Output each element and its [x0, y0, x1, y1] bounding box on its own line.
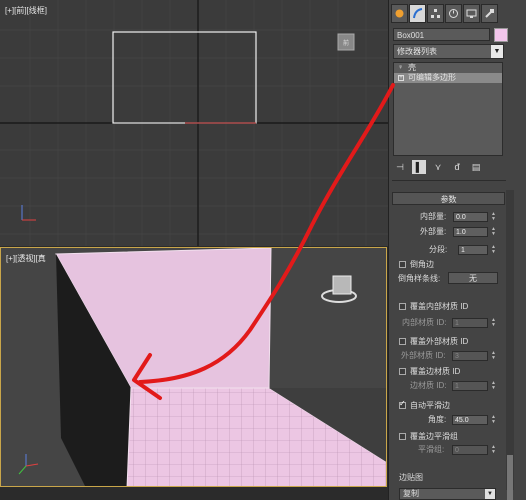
- angle-input[interactable]: 45.0: [452, 415, 488, 425]
- svg-text:前: 前: [343, 39, 349, 47]
- spinner-arrows-icon[interactable]: ▲ ▼: [491, 445, 497, 455]
- hierarchy-icon[interactable]: [427, 4, 444, 23]
- edge-map-label: 边贴图: [399, 473, 423, 482]
- remove-modifier-icon[interactable]: ᵭ: [450, 160, 464, 174]
- pin-stack-icon[interactable]: ⊣: [393, 160, 407, 174]
- inner-amount-input[interactable]: 0.0: [453, 212, 488, 222]
- stack-item-editable-poly[interactable]: + 可编辑多边形: [394, 73, 502, 83]
- smooth-group-input[interactable]: 0: [452, 445, 488, 455]
- outer-mat-id-label: 外部材质 ID:: [401, 351, 446, 360]
- make-unique-icon[interactable]: ⋎: [431, 160, 445, 174]
- segments-label: 分段:: [429, 245, 448, 254]
- scrollbar[interactable]: [506, 190, 514, 490]
- spinner-arrows-icon[interactable]: ▲ ▼: [491, 227, 497, 237]
- show-end-result-icon[interactable]: ▌: [412, 160, 426, 174]
- axis-gizmo-icon: [18, 454, 39, 475]
- edge-mat-id-input[interactable]: 1: [452, 381, 488, 391]
- smooth-group-label: 平滑组:: [418, 445, 445, 454]
- stack-toolbar: ⊣ ▌ ⋎ ᵭ ▤: [393, 159, 504, 175]
- override-edge-mat-label: 覆盖边材质 ID: [410, 367, 461, 376]
- angle-label: 角度:: [428, 415, 447, 424]
- perspective-viewport-label[interactable]: [+][透视][真: [6, 253, 46, 264]
- spinner-arrows-icon[interactable]: ▲ ▼: [491, 245, 497, 255]
- override-outer-mat-checkbox[interactable]: [399, 338, 406, 345]
- modifier-stack[interactable]: ♀ 壳 + 可编辑多边形: [393, 62, 503, 156]
- modify-icon[interactable]: [409, 4, 426, 23]
- configure-modifier-sets-icon[interactable]: ▤: [469, 160, 483, 174]
- segments-input[interactable]: 1: [458, 245, 488, 255]
- chevron-down-icon: ▼: [491, 45, 503, 58]
- override-edge-smooth-checkbox[interactable]: [399, 433, 406, 440]
- viewcube-icon: 前: [337, 33, 355, 51]
- expand-plus-icon[interactable]: +: [398, 75, 404, 81]
- front-viewport-label[interactable]: [+][前][线框]: [5, 5, 47, 16]
- outer-mat-id-input[interactable]: 3: [452, 351, 488, 361]
- scrollbar-thumb[interactable]: [507, 455, 513, 500]
- inner-mat-id-input[interactable]: 1: [452, 318, 488, 328]
- auto-smooth-checkbox[interactable]: [399, 399, 406, 409]
- divider: [392, 180, 506, 181]
- modifier-list-dropdown[interactable]: 修改器列表 ▼: [393, 44, 504, 59]
- bulb-icon[interactable]: ♀: [398, 63, 403, 73]
- inner-amount-label: 内部量:: [420, 212, 447, 221]
- front-viewport[interactable]: [+][前][线框] 前: [0, 0, 388, 246]
- spinner-arrows-icon[interactable]: ▲ ▼: [491, 415, 497, 425]
- override-inner-mat-label: 覆盖内部材质 ID: [410, 302, 469, 311]
- bevel-spline-label: 倒角样条线:: [398, 274, 441, 283]
- box-outline: [112, 31, 257, 124]
- command-panel-tabs: [391, 4, 498, 24]
- override-inner-mat-checkbox[interactable]: [399, 303, 406, 310]
- spinner-arrows-icon[interactable]: ▲ ▼: [491, 212, 497, 222]
- override-edge-mat-checkbox[interactable]: [399, 368, 406, 375]
- stack-item-shell[interactable]: ♀ 壳: [394, 63, 502, 73]
- perspective-scene: [18, 248, 386, 486]
- front-grid: 前: [0, 0, 388, 246]
- inner-mat-id-label: 内部材质 ID:: [402, 318, 447, 327]
- spinner-arrows-icon[interactable]: ▲ ▼: [491, 318, 497, 328]
- edge-mat-id-label: 边材质 ID:: [410, 381, 447, 390]
- outer-amount-input[interactable]: 1.0: [453, 227, 488, 237]
- viewcube-icon: [321, 275, 357, 303]
- motion-icon[interactable]: [445, 4, 462, 23]
- bevel-spline-button[interactable]: 无: [448, 272, 498, 284]
- bevel-edges-checkbox[interactable]: [399, 261, 406, 268]
- object-name-field[interactable]: Box001: [393, 28, 490, 41]
- chevron-down-icon: ▼: [485, 489, 495, 499]
- create-icon[interactable]: [391, 4, 408, 23]
- perspective-viewport[interactable]: [+][透视][真: [0, 247, 387, 487]
- spinner-arrows-icon[interactable]: ▲ ▼: [491, 381, 497, 391]
- object-color-swatch[interactable]: [494, 28, 508, 42]
- modifier-list-label: 修改器列表: [397, 47, 437, 56]
- outer-amount-label: 外部量:: [420, 227, 447, 236]
- edge-map-value: 复制: [403, 489, 419, 498]
- auto-smooth-label: 自动平滑边: [410, 401, 450, 410]
- axis-gizmo-icon: [21, 205, 36, 221]
- display-icon[interactable]: [463, 4, 480, 23]
- override-edge-smooth-label: 覆盖边平滑组: [410, 432, 458, 441]
- bevel-edges-label: 倒角边: [410, 260, 434, 269]
- utilities-icon[interactable]: [481, 4, 498, 23]
- override-outer-mat-label: 覆盖外部材质 ID: [410, 337, 469, 346]
- parameters-rollout-header[interactable]: 参数: [392, 192, 505, 205]
- edge-map-dropdown[interactable]: 复制 ▼: [399, 488, 496, 500]
- spinner-arrows-icon[interactable]: ▲ ▼: [491, 351, 497, 361]
